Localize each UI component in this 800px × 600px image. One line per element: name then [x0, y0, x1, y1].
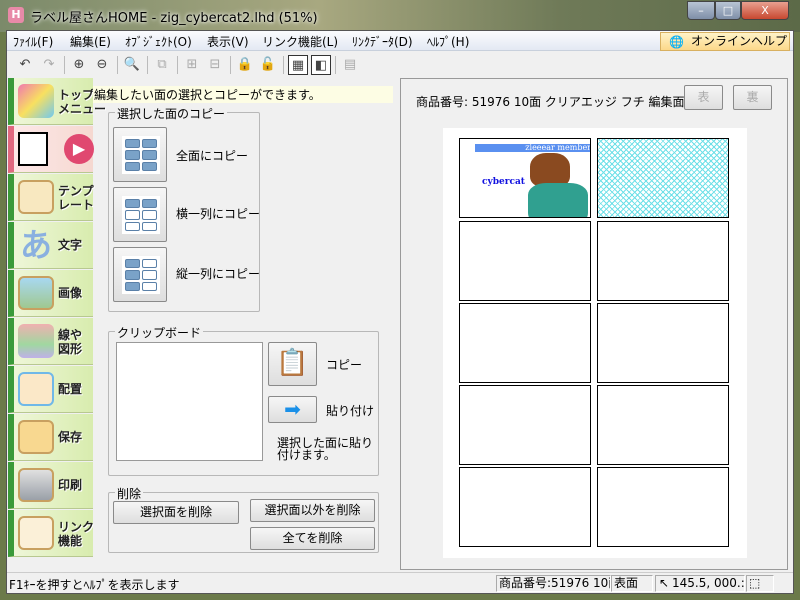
grid-all-icon	[122, 136, 160, 174]
label-cell-9[interactable]	[459, 467, 591, 547]
layout-icon	[18, 372, 54, 406]
image-icon	[18, 276, 54, 310]
delete-selected-button[interactable]: 選択面を削除	[113, 501, 239, 524]
sidebar-item-select-face[interactable]: ▶	[8, 126, 94, 173]
label-cell-4[interactable]	[597, 221, 729, 301]
window-title: ラベル屋さんHOME - zig_cybercat2.lhd (51%)	[30, 11, 318, 26]
zoom-fit-icon[interactable]: 🔍	[122, 55, 142, 75]
select-face-icon	[18, 132, 48, 166]
align-icon[interactable]: ⊞	[182, 55, 202, 75]
label-cell-2[interactable]	[597, 138, 729, 218]
sidebar-item-shapes[interactable]: 線や 図形	[8, 318, 93, 365]
copy-row-label: 横一列にコピー	[176, 207, 261, 221]
status-coords-value: 145.5, 000.:	[672, 576, 745, 590]
clipboard-copy-button[interactable]: 📋	[268, 342, 317, 386]
sidebar-item-link[interactable]: リンク 機能	[8, 510, 94, 557]
save-icon	[18, 420, 54, 454]
sidebar-item-image[interactable]: 画像	[8, 270, 93, 317]
status-help-text: F1ｷｰを押すとﾍﾙﾌﾟを表示します	[9, 578, 180, 592]
online-help-button[interactable]: 🌐 オンラインヘルプ	[660, 32, 790, 51]
sidebar-item-text[interactable]: あ文字	[8, 222, 93, 269]
copy-row-button[interactable]	[113, 187, 167, 242]
link-icon	[18, 516, 54, 550]
clipboard-preview	[116, 342, 263, 461]
cat-image	[530, 153, 570, 187]
globe-icon: 🌐	[669, 35, 684, 49]
shapes-icon	[18, 324, 54, 358]
bucket-image	[528, 183, 588, 217]
label-cell-7[interactable]	[459, 385, 591, 465]
play-icon: ▶	[64, 134, 94, 164]
menu-edit[interactable]: 編集(E)	[70, 33, 111, 50]
paste-note: 選択した面に貼り付けます。	[277, 436, 374, 462]
home-icon	[18, 84, 54, 118]
paste-button[interactable]: ➡	[268, 396, 317, 423]
split-view-icon[interactable]: ◧	[311, 55, 331, 75]
grid-column-icon	[122, 256, 160, 294]
copy-column-label: 縦一列にコピー	[176, 267, 261, 281]
delete-all-button[interactable]: 全てを削除	[250, 527, 375, 550]
sidebar-item-layout[interactable]: 配置	[8, 366, 93, 413]
arrow-right-icon: ➡	[284, 397, 301, 421]
delete-group-title: 削除	[115, 485, 144, 502]
label-cell-6[interactable]	[597, 303, 729, 383]
label-cell-1[interactable]: zieeear member cybercat	[459, 138, 591, 218]
text-icon: あ	[19, 226, 52, 264]
back-side-button[interactable]: 裏	[733, 85, 772, 110]
status-product: 商品番号:51976 10面	[496, 575, 611, 592]
redo-icon[interactable]: ↷	[39, 55, 59, 75]
label-cell-3[interactable]	[459, 221, 591, 301]
menu-help[interactable]: ﾍﾙﾌﾟ(H)	[427, 33, 469, 50]
maximize-button[interactable]: □	[715, 1, 741, 20]
menu-object[interactable]: ｵﾌﾞｼﾞｪｸﾄ(O)	[125, 33, 192, 50]
delete-others-button[interactable]: 選択面以外を削除	[250, 499, 375, 522]
menu-link-data[interactable]: ﾘﾝｸﾃﾞｰﾀ(D)	[352, 33, 413, 50]
copy-column-button[interactable]	[113, 247, 167, 302]
front-side-button[interactable]: 表	[684, 85, 723, 110]
label-cell-8[interactable]	[597, 385, 729, 465]
lock-icon[interactable]: 🔒	[235, 55, 255, 75]
layers-icon[interactable]: ▤	[340, 55, 360, 75]
label-cell-10[interactable]	[597, 467, 729, 547]
grid-view-icon[interactable]: ▦	[288, 55, 308, 75]
clipboard-copy-label: コピー	[326, 358, 363, 372]
grid-row-icon	[122, 196, 160, 234]
sidebar-item-save[interactable]: 保存	[8, 414, 93, 461]
app-icon: H	[8, 7, 24, 23]
status-side: 表面	[611, 575, 653, 592]
print-icon	[18, 468, 54, 502]
menu-file[interactable]: ﾌｧｲﾙ(F)	[13, 33, 53, 50]
product-info: 商品番号: 51976 10面 クリアエッジ フチ 編集面	[416, 95, 685, 109]
group-icon[interactable]: ⧉	[152, 55, 172, 75]
sidebar-item-template[interactable]: テンプ レート	[8, 174, 94, 221]
copy-group-title: 選択した面のコピー	[115, 105, 228, 122]
status-coords: ↖ 145.5, 000.:	[655, 575, 745, 592]
undo-icon[interactable]: ↶	[15, 55, 35, 75]
hint-text: 編集したい面の選択とコピーができます。	[93, 86, 393, 103]
sidebar-item-print[interactable]: 印刷	[8, 462, 93, 509]
status-bar: F1ｷｰを押すとﾍﾙﾌﾟを表示します 商品番号:51976 10面 表面 ↖ 14…	[7, 572, 793, 592]
clipboard-group-title: クリップボード	[115, 324, 204, 341]
label-banner: zieeear member	[475, 144, 590, 152]
close-button[interactable]: X	[741, 1, 789, 20]
label-name: cybercat	[482, 177, 525, 187]
copy-all-button[interactable]	[113, 127, 167, 182]
distribute-icon[interactable]: ⊟	[205, 55, 225, 75]
copy-all-label: 全面にコピー	[176, 149, 249, 163]
clipboard-copy-icon: 📋	[276, 348, 309, 378]
zoom-out-icon[interactable]: ⊖	[92, 55, 112, 75]
menu-view[interactable]: 表示(V)	[207, 33, 249, 50]
unlock-icon[interactable]: 🔓	[258, 55, 278, 75]
toolbar: ↶ ↷ ⊕ ⊖ 🔍 ⧉ ⊞ ⊟ 🔒 🔓 ▦ ◧ ▤	[7, 53, 793, 77]
menu-link[interactable]: リンク機能(L)	[262, 33, 338, 50]
label-cell-5[interactable]	[459, 303, 591, 383]
cursor-icon: ↖	[659, 576, 670, 590]
minimize-button[interactable]: –	[687, 1, 715, 20]
zoom-in-icon[interactable]: ⊕	[69, 55, 89, 75]
online-help-label: オンラインヘルプ	[691, 34, 788, 48]
paste-label: 貼り付け	[326, 404, 375, 418]
template-icon	[18, 180, 54, 214]
sidebar-item-top-menu[interactable]: トップ メニュー	[8, 78, 106, 125]
status-size-icon: ⬚	[746, 575, 774, 592]
